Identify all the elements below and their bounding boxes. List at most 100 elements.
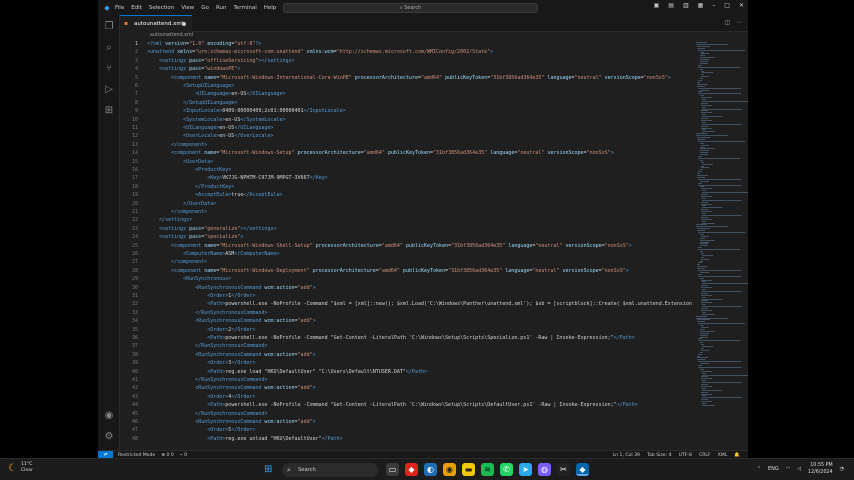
code-line[interactable]: 46 <RunSynchronousCommand wcm:action="ad… [120,418,692,426]
code-line[interactable]: 48 <Path>reg.exe unload "HKU\DefaultUser… [120,435,692,443]
account-icon[interactable]: ◉ [103,410,115,422]
explorer-icon[interactable]: ❐ [103,21,115,33]
menu-terminal[interactable]: Terminal [233,5,256,11]
code-editor[interactable]: 1 <?xml version="1.0" encoding="utf-8"?> 2… [120,40,692,450]
code-line[interactable]: 11 <UILanguage>en-US</UILanguage> [120,124,692,132]
code-line[interactable]: 40 <Path>reg.exe load "HKU\DefaultUser" … [120,368,692,376]
split-editor-icon[interactable]: ◫ [724,19,730,26]
code-line[interactable]: 37 </RunSynchronousCommand> [120,342,692,350]
code-line[interactable]: 36 <Path>powershell.exe -NoProfile -Comm… [120,334,692,342]
code-line[interactable]: 10 <SystemLocale>en-US</SystemLocale> [120,116,692,124]
code-line[interactable]: 31 <Order>1</Order> [120,292,692,300]
task-view-icon[interactable]: ▭ [386,463,399,476]
minimize-button[interactable]: – [712,2,715,9]
code-line[interactable]: 47 <Order>5</Order> [120,426,692,434]
code-line[interactable]: 16 <ProductKey> [120,166,692,174]
code-line[interactable]: 19 <AcceptEula>true</AcceptEula> [120,191,692,199]
windows-start-icon[interactable]: ⊞ [264,464,275,475]
source-control-icon[interactable]: ⑂ [103,63,115,75]
spotify-icon[interactable]: ≋ [481,463,494,476]
wifi-icon[interactable]: ◠ [786,466,790,472]
code-line[interactable]: 4 <settings pass="windowsPE"> [120,65,692,73]
clock[interactable]: 10:55 PM 12/6/2024 [808,462,833,476]
code-line[interactable]: 45 </RunSynchronousCommand> [120,410,692,418]
code-line[interactable]: 15 <UserData> [120,158,692,166]
code-line[interactable]: 17 <Key>VK7JG-NPHTM-C97JM-9MPGT-3V66T</K… [120,174,692,182]
code-line[interactable]: 7 <UILanguage>en-US</UILanguage> [120,90,692,98]
code-line[interactable]: 35 <Order>2</Order> [120,326,692,334]
code-line[interactable]: 28 <component name="Microsoft-Windows-De… [120,267,692,275]
code-line[interactable]: 9 <InputLocale>0409:00000409;2c01:000004… [120,107,692,115]
notification-bell-icon[interactable]: ◔ [840,466,844,472]
chrome-browser-icon[interactable]: ◉ [443,463,456,476]
menu-run[interactable]: Run [216,5,227,11]
code-line[interactable]: 29 <RunSynchronous> [120,275,692,283]
code-line[interactable]: 39 <Order>3</Order> [120,359,692,367]
file-explorer-icon[interactable]: ▬ [462,463,475,476]
menu-go[interactable]: Go [201,5,209,11]
breadcrumb-file[interactable]: autounattend.xml [150,33,193,38]
code-line[interactable]: 34 <RunSynchronousCommand wcm:action="ad… [120,317,692,325]
code-line[interactable]: 20 </UserData> [120,200,692,208]
run-debug-icon[interactable]: ▷ [103,84,115,96]
telegram-icon[interactable]: ➤ [519,463,532,476]
gear-icon[interactable]: ⚙ [103,431,115,443]
whatsapp-icon[interactable]: ✆ [500,463,513,476]
code-line[interactable]: 5 <component name="Microsoft-Windows-Int… [120,74,692,82]
chevron-up-icon[interactable]: ⌃ [757,466,761,472]
code-line[interactable]: 26 <ComputerName>ASM</ComputerName> [120,250,692,258]
search-icon[interactable]: ⌕ [103,42,115,54]
messenger-icon[interactable]: ◍ [538,463,551,476]
more-actions-icon[interactable]: ⋯ [736,19,742,26]
layout-panel-icon[interactable]: ▤ [668,2,674,9]
code-line[interactable]: 24 <settings pass="specialize"> [120,233,692,241]
extensions-icon[interactable]: ⊞ [103,105,115,117]
menu-help[interactable]: Help [264,5,277,11]
code-line[interactable]: 30 <RunSynchronousCommand wcm:action="ad… [120,284,692,292]
minimap[interactable] [692,40,748,450]
edge-browser-icon[interactable]: ◐ [424,463,437,476]
code-line[interactable]: 3 <settings pass="offlineServicing"></se… [120,57,692,65]
input-language[interactable]: ENG [768,466,779,472]
weather-widget[interactable]: ☾ 11°C Clear [8,462,33,474]
code-line[interactable]: 8 </SetupUILanguage> [120,99,692,107]
layout-sidebar-icon[interactable]: ▣ [654,2,660,9]
code-line[interactable]: 43 <Order>4</Order> [120,393,692,401]
vscode-taskbar-icon[interactable]: ◆ [576,463,589,476]
layout-secondary-icon[interactable]: ▥ [683,2,689,9]
code-line[interactable]: 44 <Path>powershell.exe -NoProfile -Comm… [120,401,692,409]
maximize-button[interactable]: □ [724,2,730,9]
code-line[interactable]: 25 <component name="Microsoft-Windows-Sh… [120,242,692,250]
close-button[interactable]: ✕ [739,2,744,9]
tab-autounattend[interactable]: ▪ autounattend.xml [120,15,192,32]
code-line[interactable]: 22 </settings> [120,216,692,224]
menu-selection[interactable]: Selection [149,5,174,11]
code-line[interactable]: 27 </component> [120,258,692,266]
menu-edit[interactable]: Edit [131,5,142,11]
volume-icon[interactable]: ◁ [797,466,801,472]
code-line[interactable]: 32 <Path>powershell.exe -NoProfile -Comm… [120,300,692,308]
code-line[interactable]: 13 </component> [120,141,692,149]
code-line[interactable]: 18 </ProductKey> [120,183,692,191]
layout-customize-icon[interactable]: ▦ [698,2,704,9]
code-line[interactable]: 33 </RunSynchronousCommand> [120,309,692,317]
code-line[interactable]: 42 <RunSynchronousCommand wcm:action="ad… [120,384,692,392]
menu-view[interactable]: View [181,5,194,11]
code-line[interactable]: 14 <component name="Microsoft-Windows-Se… [120,149,692,157]
breadcrumb[interactable]: autounattend.xml [120,32,748,40]
code-line[interactable]: 1 <?xml version="1.0" encoding="utf-8"?> [120,40,692,48]
code-text: <Order>4</Order> [207,393,256,400]
command-center-search[interactable]: ⌕ Search [283,3,538,13]
code-line[interactable]: 23 <settings pass="generalize"></setting… [120,225,692,233]
code-line[interactable]: 2 <unattend xmlns="urn:schemas-microsoft-… [120,48,692,56]
code-line[interactable]: 12 <UserLocale>en-US</UserLocale> [120,132,692,140]
capcut-icon[interactable]: ✂ [557,463,570,476]
taskbar-search[interactable]: ⌕ Search [282,463,378,477]
code-line[interactable]: 21 </component> [120,208,692,216]
code-line[interactable]: 6 <SetupUILanguage> [120,82,692,90]
menu-file[interactable]: File [115,5,124,11]
code-line[interactable]: 38 <RunSynchronousCommand wcm:action="ad… [120,351,692,359]
app-red-icon[interactable]: ◆ [405,463,418,476]
unsaved-dot-icon[interactable] [182,22,186,26]
code-line[interactable]: 41 </RunSynchronousCommand> [120,376,692,384]
